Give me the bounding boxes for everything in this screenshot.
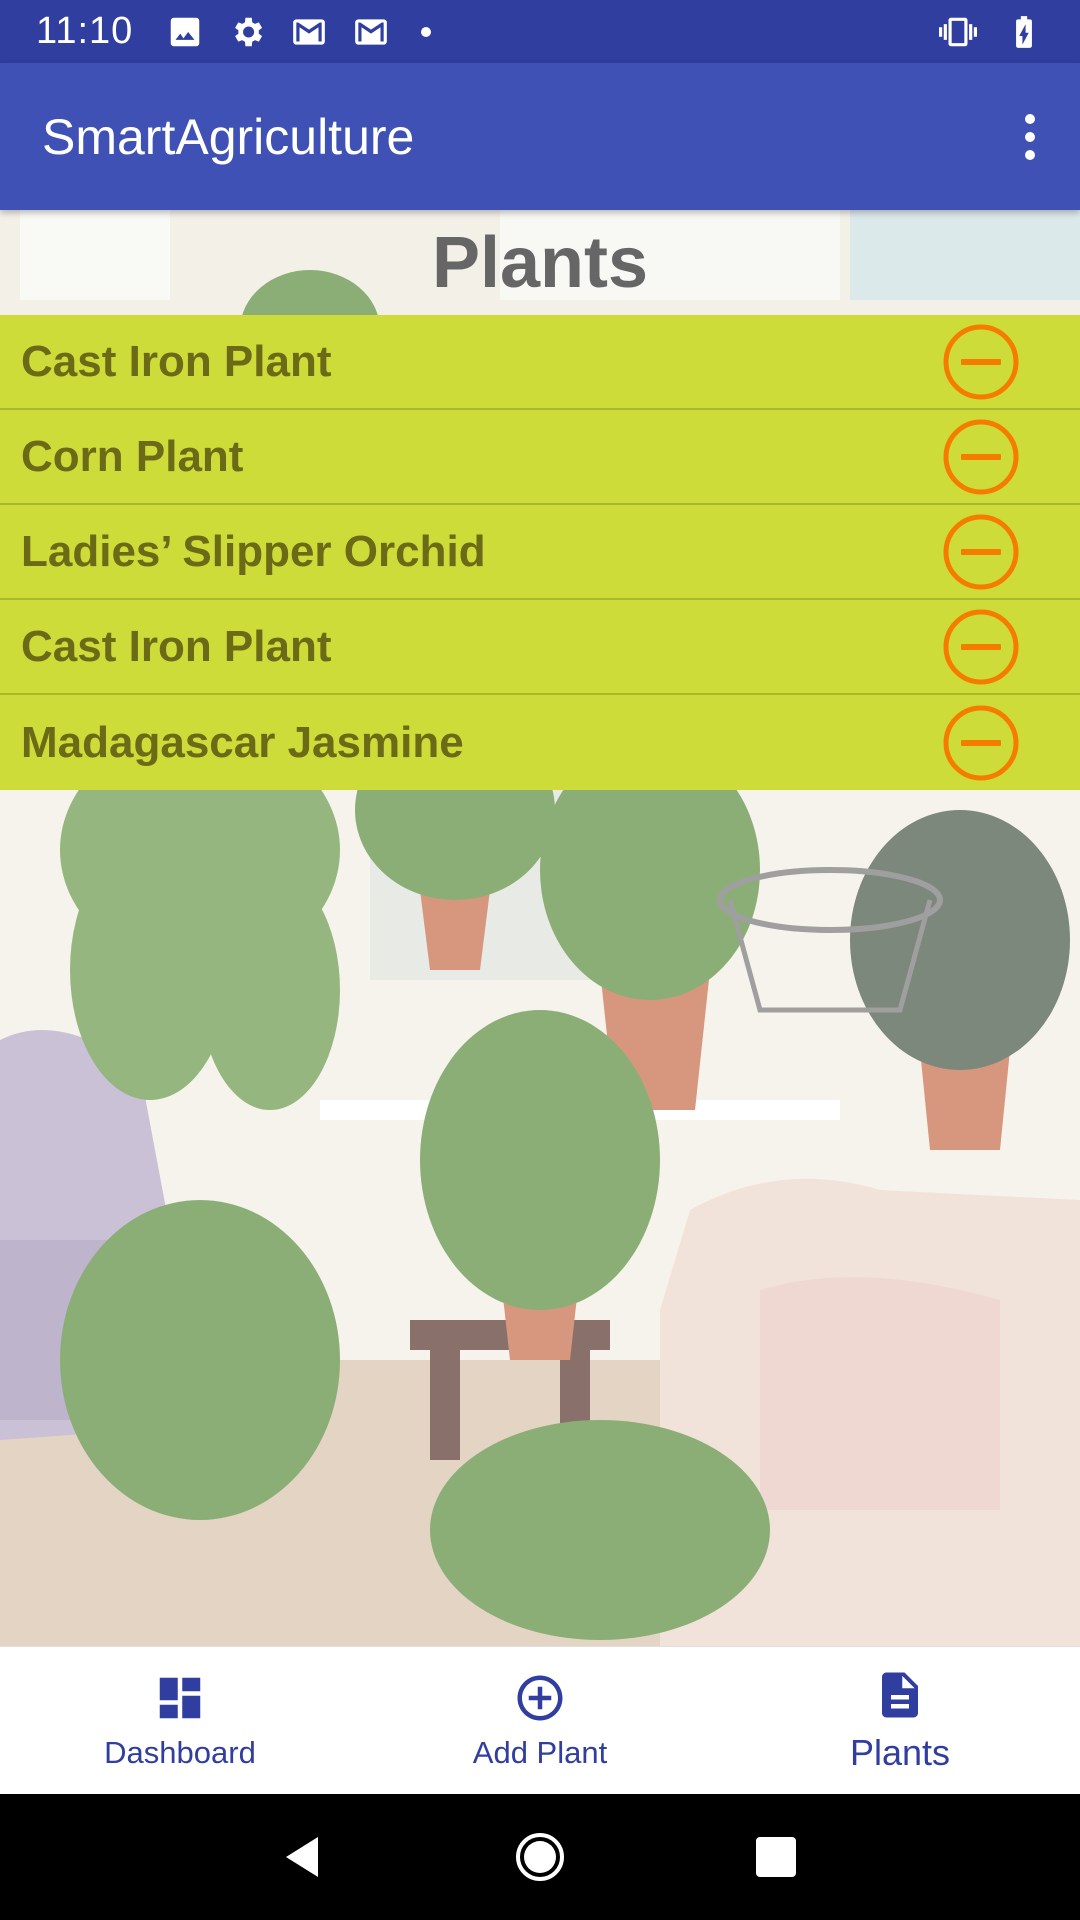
plant-name: Cast Iron Plant xyxy=(21,336,332,386)
plants-content: Plants Cast Iron Plant Corn Plant Ladies… xyxy=(0,210,1080,1646)
nav-plants[interactable]: Plants xyxy=(720,1647,1080,1794)
remove-circle-icon[interactable] xyxy=(942,704,1020,782)
plant-list: Cast Iron Plant Corn Plant Ladies’ Slipp… xyxy=(0,315,1080,790)
status-bar: 11:10 xyxy=(0,0,1080,63)
bottom-navigation: Dashboard Add Plant Plants xyxy=(0,1646,1080,1794)
list-item[interactable]: Cast Iron Plant xyxy=(0,600,1080,695)
list-item[interactable]: Ladies’ Slipper Orchid xyxy=(0,505,1080,600)
list-item[interactable]: Madagascar Jasmine xyxy=(0,695,1080,790)
image-icon xyxy=(165,12,205,52)
more-vert-icon[interactable] xyxy=(978,97,1038,177)
list-item[interactable]: Cast Iron Plant xyxy=(0,315,1080,410)
status-time: 11:10 xyxy=(36,10,134,52)
settings-gear-icon xyxy=(227,12,267,52)
nav-dashboard[interactable]: Dashboard xyxy=(0,1647,360,1794)
notification-dot-icon xyxy=(421,26,432,37)
nav-add-plant[interactable]: Add Plant xyxy=(360,1647,720,1794)
plant-name: Corn Plant xyxy=(21,431,244,481)
remove-circle-icon[interactable] xyxy=(942,608,1020,686)
app-bar: SmartAgriculture xyxy=(0,63,1080,210)
nav-label: Plants xyxy=(849,1731,951,1773)
home-icon[interactable] xyxy=(512,1829,568,1885)
plant-name: Madagascar Jasmine xyxy=(21,717,464,767)
recents-icon[interactable] xyxy=(748,1829,804,1885)
system-navigation-bar xyxy=(0,1794,1080,1920)
remove-circle-icon[interactable] xyxy=(942,418,1020,496)
nav-label: Dashboard xyxy=(104,1734,256,1770)
screen: 11:10 SmartAgriculture Plants Cast Iron … xyxy=(0,0,1080,1920)
add-circle-icon xyxy=(513,1671,567,1725)
vibrate-icon xyxy=(938,12,978,52)
remove-circle-icon[interactable] xyxy=(942,323,1020,401)
status-icons-right xyxy=(938,12,1044,52)
plant-name: Ladies’ Slipper Orchid xyxy=(21,526,486,576)
nav-label: Add Plant xyxy=(472,1734,608,1770)
document-icon xyxy=(873,1668,927,1722)
battery-icon xyxy=(1004,12,1044,52)
gmail-icon xyxy=(351,12,391,52)
dashboard-icon xyxy=(153,1671,207,1725)
back-icon[interactable] xyxy=(276,1829,332,1885)
status-icons-left xyxy=(165,12,432,52)
gmail-icon xyxy=(289,12,329,52)
page-title: Plants xyxy=(431,222,649,303)
plant-name: Cast Iron Plant xyxy=(21,621,332,671)
list-item[interactable]: Corn Plant xyxy=(0,410,1080,505)
app-title: SmartAgriculture xyxy=(42,108,415,165)
remove-circle-icon[interactable] xyxy=(942,513,1020,591)
